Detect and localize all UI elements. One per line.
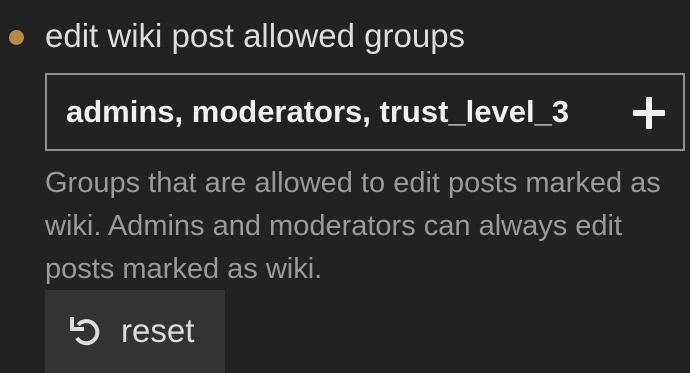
setting-status-dot [9,30,24,45]
reset-label: reset [121,312,195,349]
reset-button[interactable]: reset [45,290,225,373]
plus-icon[interactable] [633,97,665,129]
setting-title: edit wiki post allowed groups [45,17,466,54]
selected-groups-value[interactable]: admins, moderators, trust_level_3 [66,92,569,132]
setting-edit-wiki-post-allowed-groups: edit wiki post allowed groups admins, mo… [0,0,690,373]
undo-icon [70,317,100,346]
setting-description: Groups that are allowed to edit posts ma… [45,167,661,285]
group-chooser[interactable]: admins, moderators, trust_level_3 [45,73,685,151]
